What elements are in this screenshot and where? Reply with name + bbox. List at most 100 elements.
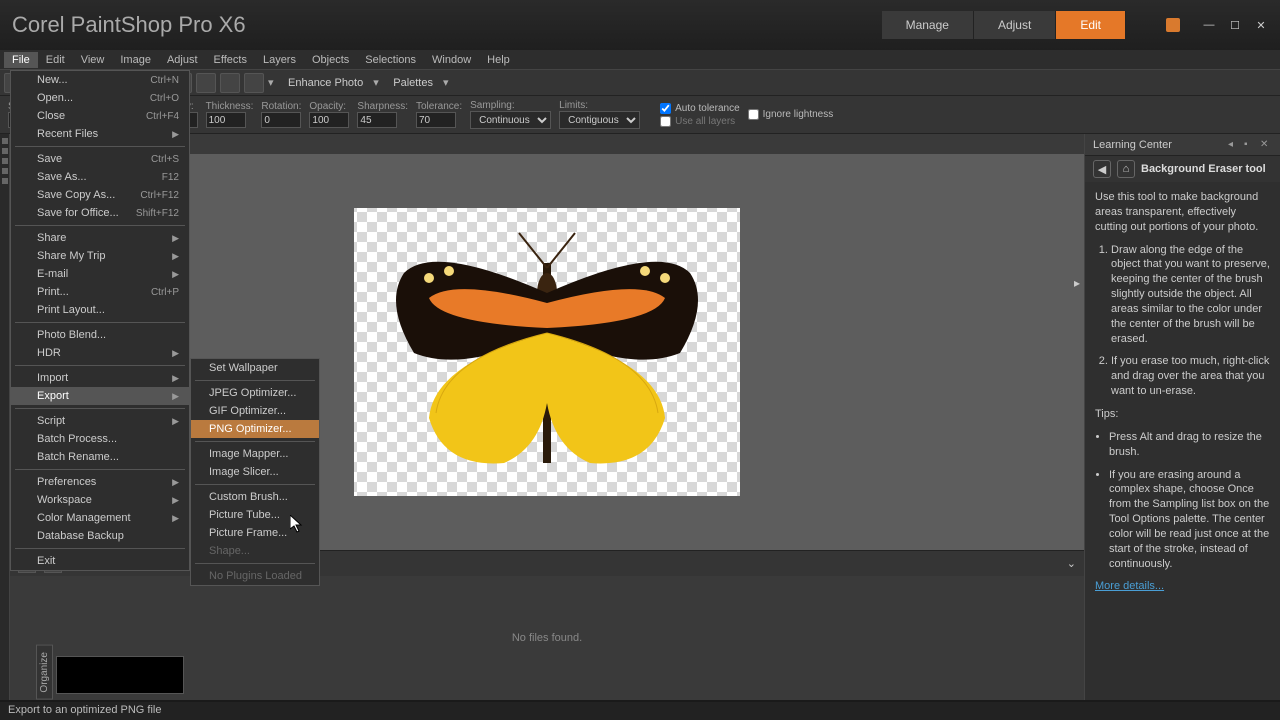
sampling-select[interactable]: Continuous [470,111,551,129]
tip-1: Press Alt and drag to resize the brush. [1109,430,1270,460]
menubar: File Edit View Image Adjust Effects Laye… [0,50,1280,70]
caret-icon[interactable]: ▾ [443,76,453,89]
tool-options-bar: Size: Hardness: Step: Density: Thickness… [0,96,1280,134]
menu-item-photo-blend[interactable]: Photo Blend... [11,326,189,344]
learning-center-panel: Learning Center ◂ ▪ ✕ ◀ ⌂ Background Era… [1084,134,1280,700]
panel-minimize-icon[interactable]: ◂ [1228,139,1240,151]
thickness-input[interactable] [206,112,246,128]
thickness-label: Thickness: [206,101,254,112]
navigator-thumbnail[interactable] [56,656,184,694]
collapse-icon[interactable]: ⌄ [1067,557,1076,570]
minimize-button[interactable]: ― [1202,18,1216,32]
menu-selections[interactable]: Selections [357,52,424,68]
left-tool-strip [0,134,10,700]
sharpness-input[interactable] [357,112,397,128]
menu-item-batch-process[interactable]: Batch Process... [11,430,189,448]
menu-item-share-trip[interactable]: Share My Trip▶ [11,247,189,265]
back-icon[interactable]: ◀ [1093,160,1111,178]
menu-item-save-office[interactable]: Save for Office...Shift+F12 [11,204,189,222]
panel-close-icon[interactable]: ✕ [1260,139,1272,151]
rotation-input[interactable] [261,112,301,128]
step-1: Draw along the edge of the object that y… [1111,243,1270,347]
menu-edit[interactable]: Edit [38,52,73,68]
canvas-image[interactable] [354,208,740,496]
menu-item-new[interactable]: New...Ctrl+N [11,71,189,89]
app-title: Corel PaintShop Pro X6 [12,12,246,38]
menu-item-recent[interactable]: Recent Files▶ [11,125,189,143]
home-icon[interactable]: ⌂ [1117,160,1135,178]
menu-adjust[interactable]: Adjust [159,52,206,68]
zoom-out-icon[interactable] [196,73,216,93]
menu-item-save-as[interactable]: Save As...F12 [11,168,189,186]
use-all-layers-check[interactable]: Use all layers [660,116,740,127]
organizer-tab[interactable]: Organize [36,645,53,700]
menu-window[interactable]: Window [424,52,479,68]
menu-item-export[interactable]: Export▶ [11,387,189,405]
menu-item-workspace[interactable]: Workspace▶ [11,491,189,509]
auto-tolerance-check[interactable]: Auto tolerance [660,103,740,114]
caret-icon[interactable]: ▾ [268,76,278,89]
opacity-label: Opacity: [309,101,346,112]
menu-item-email[interactable]: E-mail▶ [11,265,189,283]
menu-item-script[interactable]: Script▶ [11,412,189,430]
menu-item-share[interactable]: Share▶ [11,229,189,247]
menu-item-print[interactable]: Print...Ctrl+P [11,283,189,301]
more-details-link[interactable]: More details... [1095,580,1164,592]
submenu-wallpaper[interactable]: Set Wallpaper [191,359,319,377]
copy-icon[interactable] [244,73,264,93]
panel-title: Learning Center [1093,139,1228,151]
panel-pin-icon[interactable]: ▪ [1244,139,1256,151]
enhance-photo-button[interactable]: Enhance Photo [282,75,369,91]
menu-item-batch-rename[interactable]: Batch Rename... [11,448,189,466]
menu-help[interactable]: Help [479,52,518,68]
palettes-button[interactable]: Palettes [387,75,439,91]
menu-item-print-layout[interactable]: Print Layout... [11,301,189,319]
menu-effects[interactable]: Effects [206,52,255,68]
submenu-slicer[interactable]: Image Slicer... [191,463,319,481]
submenu-tube[interactable]: Picture Tube... [191,506,319,524]
file-dropdown-menu: New...Ctrl+N Open...Ctrl+O CloseCtrl+F4 … [10,70,190,571]
tab-edit[interactable]: Edit [1056,11,1126,39]
menu-item-save-copy[interactable]: Save Copy As...Ctrl+F12 [11,186,189,204]
menu-file[interactable]: File [4,52,38,68]
notification-icon[interactable] [1166,18,1180,32]
tab-adjust[interactable]: Adjust [974,11,1056,39]
tip-2: If you are erasing around a complex shap… [1109,468,1270,572]
submenu-jpeg[interactable]: JPEG Optimizer... [191,384,319,402]
menu-item-db-backup[interactable]: Database Backup [11,527,189,545]
submenu-frame[interactable]: Picture Frame... [191,524,319,542]
tolerance-input[interactable] [416,112,456,128]
menu-item-preferences[interactable]: Preferences▶ [11,473,189,491]
menu-objects[interactable]: Objects [304,52,357,68]
butterfly-illustration [374,223,720,483]
opacity-input[interactable] [309,112,349,128]
menu-item-color-mgmt[interactable]: Color Management▶ [11,509,189,527]
submenu-no-plugins: No Plugins Loaded [191,567,319,585]
menu-item-exit[interactable]: Exit [11,552,189,570]
menu-item-hdr[interactable]: HDR▶ [11,344,189,362]
submenu-shape: Shape... [191,542,319,560]
submenu-gif[interactable]: GIF Optimizer... [191,402,319,420]
tolerance-label: Tolerance: [416,101,462,112]
export-submenu: Set Wallpaper JPEG Optimizer... GIF Opti… [190,358,320,586]
menu-item-import[interactable]: Import▶ [11,369,189,387]
tool-name: Background Eraser tool [1141,163,1266,175]
close-button[interactable]: ✕ [1254,18,1268,32]
menu-layers[interactable]: Layers [255,52,304,68]
tab-manage[interactable]: Manage [882,11,974,39]
menu-item-open[interactable]: Open...Ctrl+O [11,89,189,107]
menu-item-save[interactable]: SaveCtrl+S [11,150,189,168]
submenu-mapper[interactable]: Image Mapper... [191,445,319,463]
submenu-png[interactable]: PNG Optimizer... [191,420,319,438]
submenu-brush[interactable]: Custom Brush... [191,488,319,506]
limits-select[interactable]: Contiguous [559,111,640,129]
menu-item-close[interactable]: CloseCtrl+F4 [11,107,189,125]
ignore-lightness-check[interactable]: Ignore lightness [748,109,834,120]
maximize-button[interactable]: ☐ [1228,18,1242,32]
zoom-in-icon[interactable] [220,73,240,93]
menu-view[interactable]: View [73,52,113,68]
panel-collapse-icon[interactable]: ▸ [1074,276,1080,290]
rotation-label: Rotation: [261,101,301,112]
caret-icon[interactable]: ▾ [373,76,383,89]
menu-image[interactable]: Image [112,52,159,68]
